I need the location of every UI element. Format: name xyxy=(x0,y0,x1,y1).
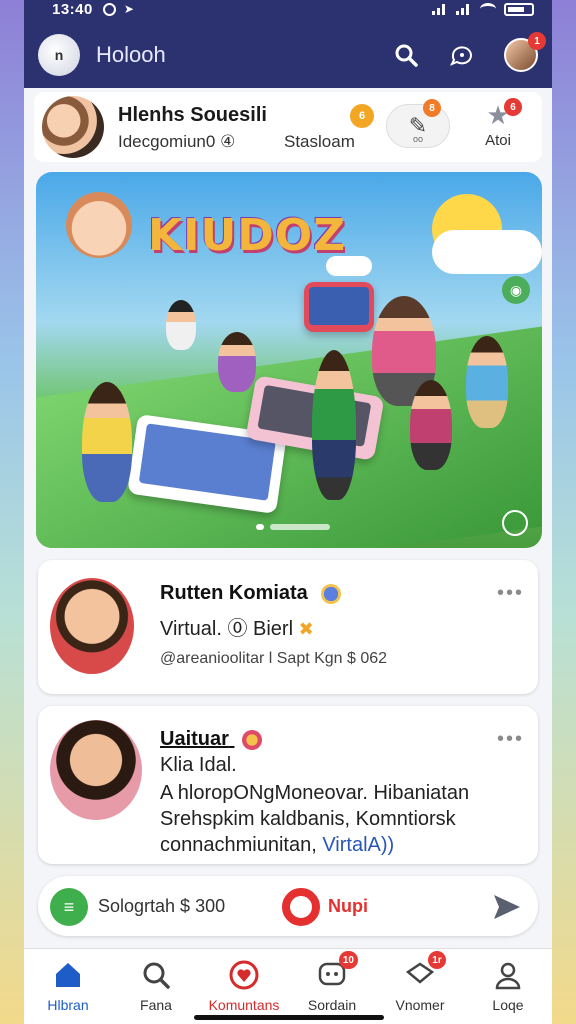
status-time: 13:40 xyxy=(52,0,93,18)
record-button[interactable] xyxy=(282,888,320,926)
reaction-icon xyxy=(242,729,263,750)
profile-name: Hlenhs Souesili xyxy=(118,104,267,126)
hero-title: KIUDOZ xyxy=(148,210,347,261)
star-badge: 6 xyxy=(504,98,522,116)
composer-text[interactable]: Sologrtah $ 300 xyxy=(98,896,225,917)
post-subtitle: Virtual. ⓪ Bierl ✖ xyxy=(160,618,314,640)
search-button[interactable] xyxy=(392,41,420,69)
clock-icon xyxy=(102,2,116,16)
post-card-2[interactable]: Uaituar Klia Idal. A hloropONgMoneovar. … xyxy=(38,706,538,864)
app-header: 13:40 ➤ n Holooh 1 xyxy=(24,0,552,88)
child-illustration-4 xyxy=(466,336,508,428)
signal-icon-2 xyxy=(456,3,472,15)
timer-icon[interactable] xyxy=(502,510,528,536)
message-icon: 1r xyxy=(404,951,446,991)
search-icon xyxy=(395,44,418,67)
child-illustration xyxy=(82,382,132,502)
nav-home[interactable]: Hlbran xyxy=(24,949,112,1024)
star-label: Atoi xyxy=(485,132,511,149)
composer-bar[interactable]: ≡ Sologrtah $ 300 Nupi xyxy=(38,876,538,936)
record-label[interactable]: Nupi xyxy=(328,896,368,917)
chat-bubble-icon xyxy=(449,46,472,66)
nav-chat[interactable]: 10 Sordain xyxy=(288,949,376,1024)
more-options-icon-2[interactable]: ••• xyxy=(497,728,524,751)
chat-bubble-icon: ◉ xyxy=(502,276,530,304)
board-illustration xyxy=(304,282,374,332)
message-badge: 1r xyxy=(428,951,446,969)
post-line-2: A hloropONgMoneovar. Hibaniatan xyxy=(160,782,470,804)
chat-badge: 10 xyxy=(338,951,358,969)
notification-badge: 1 xyxy=(528,32,546,50)
group-avatar[interactable] xyxy=(42,96,104,158)
signal-icon xyxy=(432,3,448,15)
post-line-4: connachmiunitan, VirtalA)) xyxy=(160,834,395,856)
app-title: Holooh xyxy=(96,42,166,67)
nav-profile[interactable]: Loqe xyxy=(464,949,552,1024)
post-avatar[interactable] xyxy=(50,578,134,674)
battery-icon xyxy=(504,2,534,16)
post-meta: @areanioolitar l Sapt Kgn $ 062 xyxy=(160,650,388,667)
chat-button[interactable] xyxy=(448,41,476,69)
post-card[interactable]: Rutten Komiata Virtual. ⓪ Bierl ✖ @arean… xyxy=(38,560,538,694)
child-illustration-6 xyxy=(166,300,196,350)
post-author: Rutten Komiata xyxy=(160,582,342,605)
profile-action-button[interactable]: ✎ 8 oo xyxy=(386,99,450,148)
wifi-icon xyxy=(480,3,496,15)
chat-icon: 10 xyxy=(316,951,358,991)
heart-icon xyxy=(228,959,260,991)
hero-banner[interactable]: KIUDOZ ◉ xyxy=(36,172,542,548)
search-icon xyxy=(140,959,172,991)
child-illustration-3 xyxy=(410,380,452,470)
cloud-illustration xyxy=(432,230,542,274)
post-line-1: Klia Idal. xyxy=(160,754,237,776)
profile-subtitle-2: Stasloam xyxy=(284,132,355,151)
home-icon xyxy=(52,959,84,991)
post-line-3: Srehspkim kaldbanis, Komntiorsk xyxy=(160,808,456,830)
home-indicator[interactable] xyxy=(194,1015,384,1020)
coin-icon: 6 xyxy=(350,104,374,128)
send-icon[interactable] xyxy=(490,890,524,924)
action-caption: oo xyxy=(412,134,423,144)
post-avatar-2[interactable] xyxy=(50,720,142,820)
puzzle-icon: ✖ xyxy=(298,619,314,639)
post-author-2: Uaituar xyxy=(160,728,263,751)
green-action-button[interactable]: ≡ xyxy=(50,888,88,926)
child-illustration-2 xyxy=(312,350,356,500)
profile-subtitle: Idecgomiun0 ④ xyxy=(118,132,236,151)
header-avatar[interactable]: 1 xyxy=(504,32,546,72)
globe-icon xyxy=(321,583,342,604)
star-button[interactable]: ★ 6 Atoi xyxy=(478,98,522,149)
child-face-illustration xyxy=(66,192,132,258)
child-illustration-5 xyxy=(218,332,256,392)
bottom-nav: Hlbran Fana Komuntans 10 Sordain 1r Vnom… xyxy=(24,948,552,1024)
status-bar: 13:40 ➤ xyxy=(52,0,534,18)
nav-messages[interactable]: 1r Vnomer xyxy=(376,949,464,1024)
nav-search[interactable]: Fana xyxy=(112,949,200,1024)
more-options-icon[interactable]: ••• xyxy=(497,582,524,605)
nav-community[interactable]: Komuntans xyxy=(200,949,288,1024)
location-icon: ➤ xyxy=(123,2,134,16)
action-badge: 8 xyxy=(423,99,441,117)
document-icon: ≡ xyxy=(63,896,75,917)
post-link[interactable]: VirtalA)) xyxy=(322,834,394,856)
app-logo[interactable]: n xyxy=(38,34,80,76)
profile-icon xyxy=(492,959,524,991)
carousel-dots[interactable] xyxy=(256,524,330,530)
phone-screen: 13:40 ➤ n Holooh 1 Hlenhs Souesili Idecg… xyxy=(24,0,552,1024)
profile-strip[interactable]: Hlenhs Souesili Idecgomiun0 ④ Stasloam 6… xyxy=(34,92,542,162)
